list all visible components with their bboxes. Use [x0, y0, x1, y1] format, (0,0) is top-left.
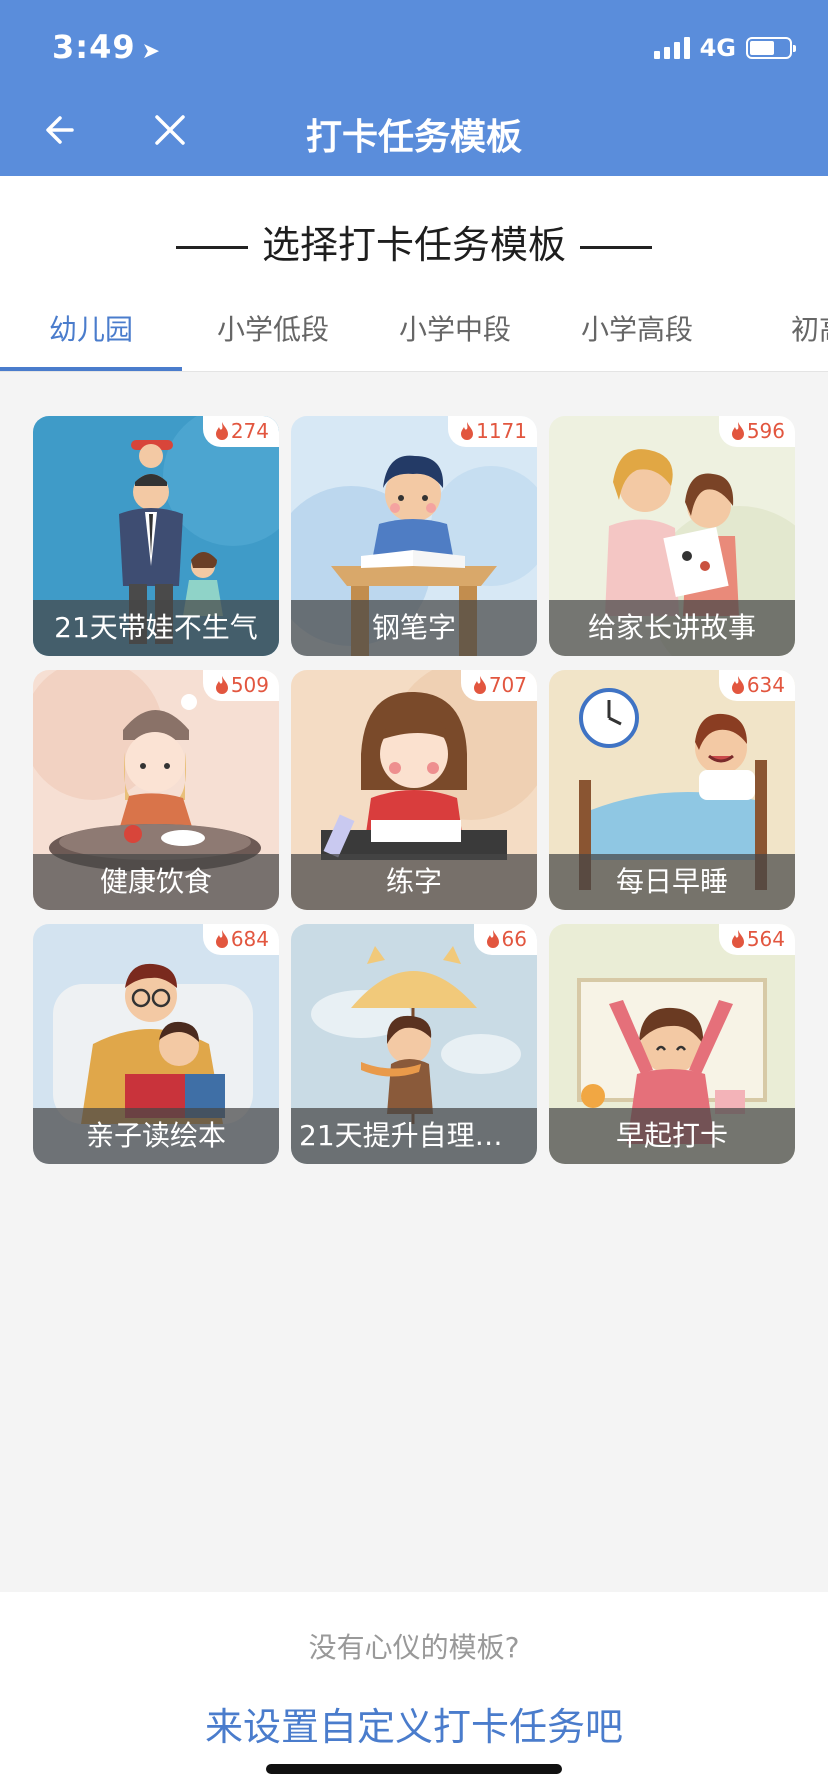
popularity-count: 1171 — [476, 419, 527, 443]
template-grid: 274 21天带娃不生气 1171 钢笔字 596 给家长讲故事 509 健康饮… — [33, 416, 795, 1164]
location-arrow-icon: ➤ — [141, 39, 162, 64]
grade-tabs: 幼儿园 小学低段 小学中段 小学高段 初高 — [0, 296, 828, 372]
popularity-count: 509 — [230, 673, 269, 697]
template-title: 亲子读绘本 — [33, 1108, 279, 1164]
flame-icon — [215, 422, 228, 440]
popularity-badge: 634 — [718, 670, 795, 701]
tab-kindergarten[interactable]: 幼儿园 — [0, 296, 182, 371]
template-card[interactable]: 564 早起打卡 — [549, 924, 795, 1164]
popularity-badge: 596 — [718, 416, 795, 447]
template-card[interactable]: 596 给家长讲故事 — [549, 416, 795, 656]
flame-icon — [731, 676, 744, 694]
network-type: 4G — [699, 34, 736, 62]
popularity-badge: 274 — [202, 416, 279, 447]
popularity-badge: 509 — [202, 670, 279, 701]
flame-icon — [461, 422, 474, 440]
template-title: 健康饮食 — [33, 854, 279, 910]
tab-primary-upper[interactable]: 小学高段 — [546, 296, 728, 371]
footer-hint: 没有心仪的模板? — [308, 1631, 520, 1664]
flame-icon — [731, 422, 744, 440]
heading-divider-left — [175, 246, 248, 249]
template-card[interactable]: 274 21天带娃不生气 — [33, 416, 279, 656]
popularity-count: 634 — [746, 673, 785, 697]
section-heading: 选择打卡任务模板 — [0, 214, 828, 269]
template-card[interactable]: 66 21天提升自理能... — [291, 924, 537, 1164]
popularity-count: 684 — [230, 927, 269, 951]
popularity-count: 66 — [501, 927, 527, 951]
template-card[interactable]: 1171 钢笔字 — [291, 416, 537, 656]
template-card[interactable]: 634 每日早睡 — [549, 670, 795, 910]
popularity-count: 596 — [746, 419, 785, 443]
template-title: 21天提升自理能... — [291, 1108, 537, 1164]
template-header-panel: 选择打卡任务模板 幼儿园 小学低段 小学中段 小学高段 初高 — [0, 176, 828, 372]
flame-icon — [215, 676, 228, 694]
popularity-badge: 707 — [460, 670, 537, 701]
flame-icon — [731, 930, 744, 948]
template-title: 21天带娃不生气 — [33, 600, 279, 656]
template-title: 每日早睡 — [549, 854, 795, 910]
battery-icon — [746, 37, 796, 59]
custom-task-link[interactable]: 来设置自定义打卡任务吧 — [0, 1696, 828, 1751]
template-title: 给家长讲故事 — [549, 600, 795, 656]
template-title: 早起打卡 — [549, 1108, 795, 1164]
flame-icon — [215, 930, 228, 948]
template-title: 钢笔字 — [291, 600, 537, 656]
popularity-badge: 684 — [202, 924, 279, 955]
custom-task-footer: 没有心仪的模板? 来设置自定义打卡任务吧 — [0, 1592, 828, 1792]
tab-primary-middle[interactable]: 小学中段 — [364, 296, 546, 371]
template-title: 练字 — [291, 854, 537, 910]
popularity-count: 564 — [746, 927, 785, 951]
tab-secondary[interactable]: 初高 — [728, 296, 828, 371]
tab-primary-lower[interactable]: 小学低段 — [182, 296, 364, 371]
popularity-badge: 564 — [718, 924, 795, 955]
template-card[interactable]: 707 练字 — [291, 670, 537, 910]
status-time: 3:49 ➤ — [52, 28, 161, 66]
heading-divider-right — [580, 246, 652, 249]
home-indicator[interactable] — [266, 1764, 562, 1774]
popularity-count: 707 — [488, 673, 527, 697]
popularity-badge: 66 — [473, 924, 537, 955]
top-bar: 3:49 ➤ 4G 打卡任务模板 — [0, 0, 828, 176]
status-indicators: 4G — [653, 34, 796, 62]
flame-icon — [486, 930, 499, 948]
popularity-badge: 1171 — [448, 416, 537, 447]
flame-icon — [473, 676, 486, 694]
template-card[interactable]: 509 健康饮食 — [33, 670, 279, 910]
signal-bars-icon — [653, 37, 690, 59]
section-heading-text: 选择打卡任务模板 — [261, 223, 566, 267]
page-title: 打卡任务模板 — [305, 117, 522, 158]
template-card[interactable]: 684 亲子读绘本 — [33, 924, 279, 1164]
status-time-text: 3:49 — [52, 28, 136, 66]
popularity-count: 274 — [230, 419, 269, 443]
